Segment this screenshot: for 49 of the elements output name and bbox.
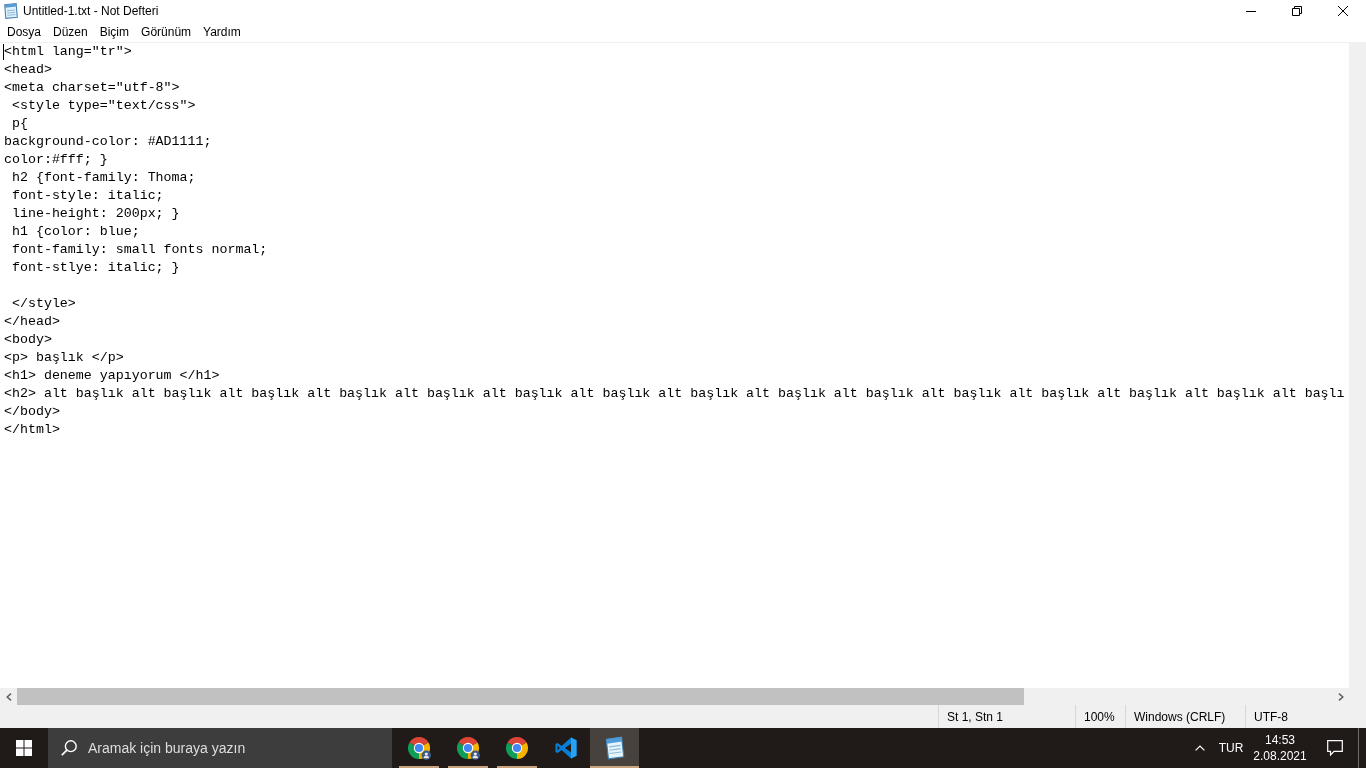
scrollbar-thumb[interactable]	[17, 688, 1025, 705]
search-box[interactable]: Aramak için buraya yazın	[48, 728, 392, 768]
close-icon	[1338, 6, 1348, 16]
text-line: h2 {font-family: Thoma;	[10, 169, 196, 187]
menu-item[interactable]: Biçim	[93, 23, 136, 41]
chevron-left-icon	[5, 692, 12, 701]
clock-time[interactable]: 14:53	[1265, 732, 1295, 748]
text-line: </html>	[4, 421, 60, 439]
text-line: <head>	[4, 61, 52, 79]
menu-item[interactable]: Dosya	[1, 23, 47, 41]
text-line: <html lang="tr">	[4, 43, 132, 61]
text-line: </style>	[10, 295, 76, 313]
text-line: font-style: italic;	[10, 187, 164, 205]
browser-icon	[455, 736, 480, 760]
notepad-icon	[3, 3, 19, 19]
text-line: <style type="text/css">	[10, 97, 196, 115]
text-cursor-icon	[3, 44, 4, 60]
language-button[interactable]: TUR	[1214, 728, 1248, 768]
text-line: <p> başlık </p>	[4, 349, 124, 367]
notification-icon	[1327, 740, 1343, 756]
search-input[interactable]: Aramak için buraya yazın	[88, 736, 384, 760]
text-line: line-height: 200px; }	[10, 205, 180, 223]
text-line: p{	[10, 115, 28, 133]
chevron-right-icon	[1337, 692, 1344, 701]
search-icon	[61, 740, 77, 756]
windows-logo-icon	[16, 740, 32, 756]
text-line: background-color: #AD1111;	[4, 133, 212, 151]
text-line: font-family: small fonts normal;	[10, 241, 268, 259]
window-title: Untitled-1.txt - Not Defteri	[23, 4, 160, 18]
text-line: color:#fff; }	[4, 151, 108, 169]
text-line: <meta charset="utf-8">	[4, 79, 180, 97]
text-line: h1 {color: blue;	[10, 223, 140, 241]
taskbar-app-button[interactable]	[590, 728, 639, 768]
browser-icon	[504, 736, 529, 760]
text-line: </head>	[4, 313, 60, 331]
chevron-up-icon	[1195, 745, 1205, 751]
code-editor-icon	[553, 736, 578, 760]
menu-item[interactable]: Yardım	[197, 23, 247, 41]
text-line: <h1> deneme yapıyorum </h1>	[4, 367, 220, 385]
text-line: </body>	[4, 403, 60, 421]
minimize-icon	[1246, 10, 1256, 12]
menu-item[interactable]: Düzen	[47, 23, 94, 41]
clock-date[interactable]: 2.08.2021	[1253, 748, 1307, 764]
menu-item[interactable]: Görünüm	[135, 23, 198, 41]
browser-icon	[406, 736, 431, 760]
restore-icon	[1292, 6, 1302, 16]
text-line: <body>	[4, 331, 52, 349]
text-line: <h2> alt başlık alt başlık alt başlık alt başlık alt başlık alt başlık alt başlık alt başlık alt başlık alt başlık alt başlık alt başlık alt başlık alt başlık alt başlı	[4, 385, 1345, 403]
text-line: font-stlye: italic; }	[10, 259, 180, 277]
